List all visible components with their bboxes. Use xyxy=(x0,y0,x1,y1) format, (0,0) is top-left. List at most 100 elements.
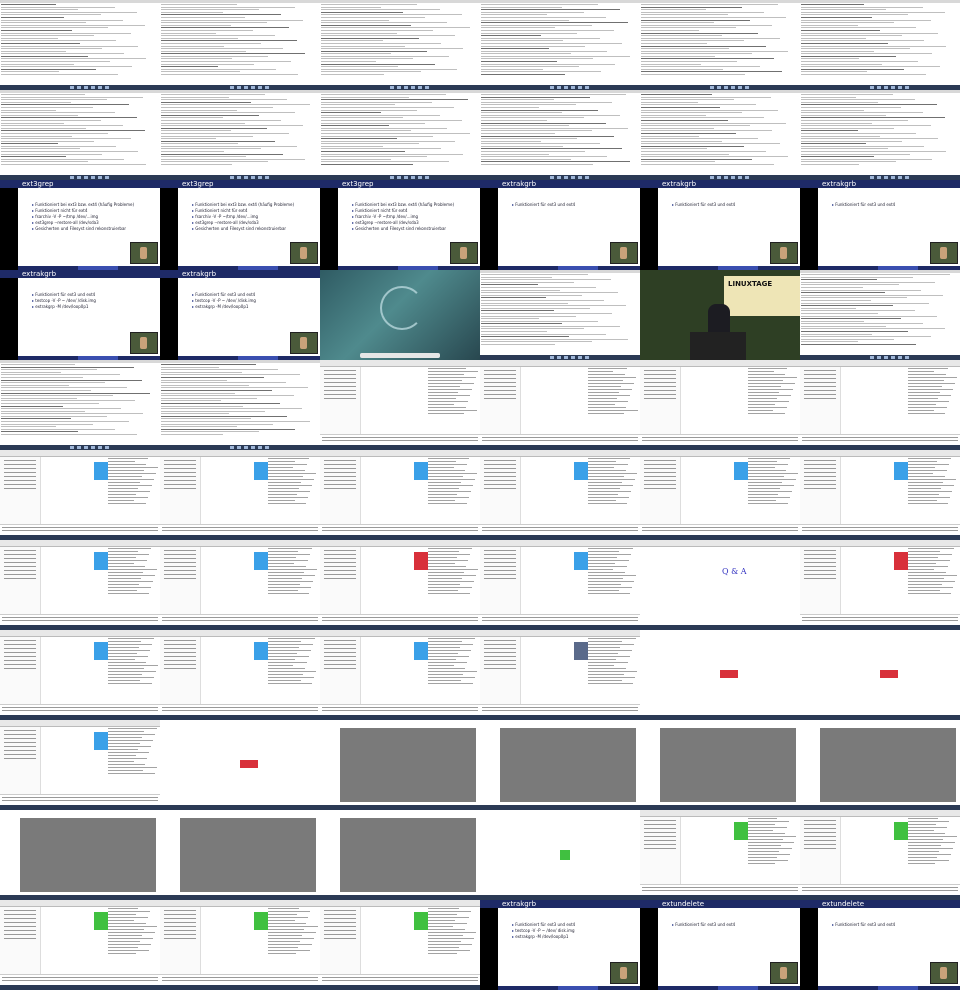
terminal-line xyxy=(1,125,123,127)
sidebar-entry xyxy=(324,664,356,665)
file-row xyxy=(428,458,469,459)
terminal-line xyxy=(481,112,562,114)
sidebar-entry xyxy=(484,644,516,645)
terminal-line xyxy=(161,50,247,52)
taskbar-icon xyxy=(98,176,102,179)
sidebar-entry xyxy=(4,938,36,939)
terminal-line xyxy=(161,132,289,134)
sidebar-entry xyxy=(4,664,36,665)
terminal-line xyxy=(801,297,907,299)
sidebar-entry xyxy=(484,660,516,661)
sidebar-entry xyxy=(324,554,356,555)
window-toolbar xyxy=(480,360,640,367)
file-row xyxy=(268,929,304,930)
terminal-line xyxy=(481,61,557,63)
file-row xyxy=(428,392,458,393)
terminal-line xyxy=(641,104,757,106)
terminal-line xyxy=(481,35,542,37)
taskbar-icon xyxy=(717,86,721,89)
file-row xyxy=(428,935,463,936)
sidebar-entry xyxy=(324,468,356,469)
terminal-output xyxy=(1,4,159,84)
viewer-frame xyxy=(160,810,320,900)
terminal-line xyxy=(321,32,397,34)
file-manager-sidebar xyxy=(320,907,361,976)
window-toolbar xyxy=(640,810,800,817)
file-row xyxy=(428,575,476,576)
terminal-line xyxy=(161,16,245,18)
terminal-line xyxy=(641,145,744,147)
window-toolbar xyxy=(320,360,480,367)
file-row xyxy=(428,557,457,558)
file-row xyxy=(588,566,627,567)
file-row xyxy=(108,548,151,549)
taskbar-icon xyxy=(105,176,109,179)
terminal-line xyxy=(321,19,389,21)
terminal-line xyxy=(2,797,158,798)
file-row xyxy=(108,938,153,939)
file-row xyxy=(428,491,471,492)
folder-icon xyxy=(414,912,428,930)
sidebar-entry xyxy=(324,644,356,645)
sidebar-entry xyxy=(4,738,36,739)
file-row xyxy=(748,500,776,501)
file-row xyxy=(108,656,148,657)
terminal-line xyxy=(481,151,586,153)
sidebar-entry xyxy=(4,480,36,481)
terminal-line xyxy=(481,106,540,108)
file-row xyxy=(908,479,956,480)
file-row xyxy=(428,470,465,471)
sidebar-entry xyxy=(164,660,196,661)
folder-icon xyxy=(414,462,428,480)
window-titlebar xyxy=(480,270,640,273)
terminal-line xyxy=(321,48,464,50)
taskbar-icon xyxy=(578,176,582,179)
folder-icon xyxy=(94,732,108,750)
file-row xyxy=(108,578,141,579)
file-row xyxy=(108,575,155,576)
file-row xyxy=(268,572,304,573)
taskbar-icon xyxy=(418,176,422,179)
taskbar-icon xyxy=(585,356,589,359)
file-row xyxy=(108,638,154,639)
taskbar-icon xyxy=(244,446,248,449)
sidebar-entry xyxy=(4,640,36,641)
sidebar-entry xyxy=(484,664,516,665)
sidebar-entry xyxy=(804,844,836,845)
file-row xyxy=(108,467,158,468)
terminal-line xyxy=(481,132,556,134)
embedded-terminal xyxy=(320,704,480,715)
file-row xyxy=(748,857,777,858)
file-row xyxy=(428,374,464,375)
slide-title: extrakgrb xyxy=(662,180,697,188)
file-list xyxy=(588,368,638,434)
file-row xyxy=(908,494,939,495)
terminal-line xyxy=(2,530,158,531)
terminal-line xyxy=(161,48,283,50)
terminal-line xyxy=(321,94,446,95)
slide-sidebar xyxy=(160,188,178,270)
terminal-line xyxy=(1,410,85,412)
file-row xyxy=(268,953,296,954)
terminal-line xyxy=(1,135,73,137)
file-row xyxy=(428,578,462,579)
terminal-line xyxy=(161,35,275,37)
file-row xyxy=(588,551,619,552)
sidebar-entry xyxy=(4,652,36,653)
terminal-line xyxy=(321,145,383,147)
file-row xyxy=(908,485,954,486)
taskbar-icon xyxy=(571,86,575,89)
slide-bullet: Funktioniert für ext3 und ext4 xyxy=(832,922,956,928)
taskbar-icon xyxy=(745,86,749,89)
sidebar-entry xyxy=(164,664,196,665)
file-row xyxy=(588,584,621,585)
file-row xyxy=(428,944,472,945)
terminal-line xyxy=(161,32,217,34)
taskbar xyxy=(160,985,320,990)
file-row xyxy=(108,680,140,681)
terminal-line xyxy=(641,161,716,163)
sidebar-entry xyxy=(324,640,356,641)
taskbar-icon xyxy=(404,176,408,179)
slide-bullet: Gesicherten und Filesyst sind rekonstrui… xyxy=(192,226,316,232)
terminal-line xyxy=(482,617,638,618)
